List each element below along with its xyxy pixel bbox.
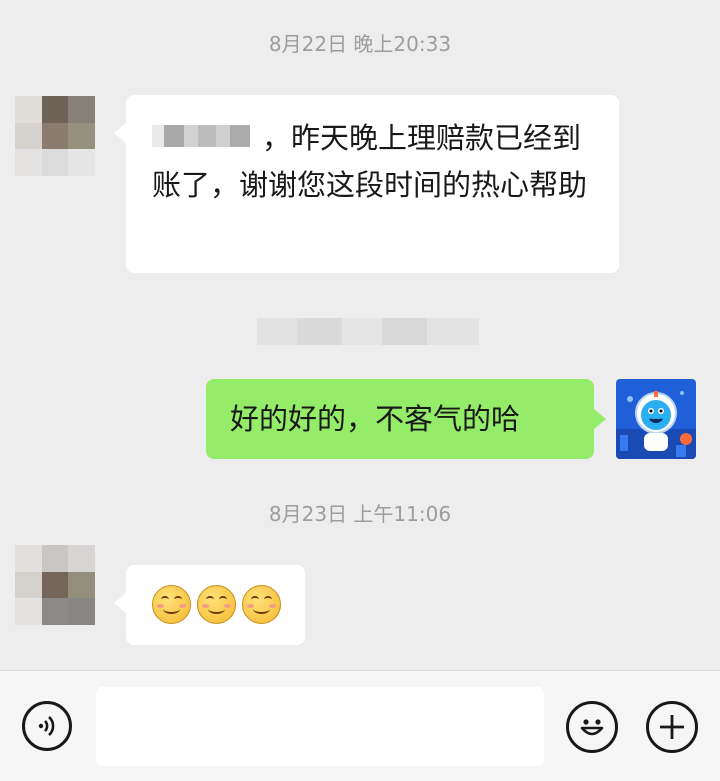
emoji-button[interactable] [566,701,618,753]
emoji-icon [580,719,604,736]
plus-icon [660,715,684,739]
smiling-blush-emoji [197,585,236,624]
emoji-row [152,585,287,624]
contact-avatar[interactable] [15,96,95,176]
input-bar [0,670,720,781]
incoming-message-bubble[interactable]: ，昨天晚上理赔款已经到账了，谢谢您这段时间的热心帮助 [114,95,619,273]
redacted-system-notice [257,318,479,345]
incoming-message-bubble[interactable] [114,565,305,645]
contact-avatar[interactable] [15,545,95,625]
message-text: ，昨天晚上理赔款已经到账了，谢谢您这段时间的热心帮助 [152,121,588,202]
smiling-blush-emoji [152,585,191,624]
message-input[interactable] [96,687,544,766]
more-button[interactable] [646,701,698,753]
timestamp: 8月22日 晚上20:33 [268,32,452,56]
outgoing-message-bubble[interactable]: 好的好的，不客气的哈 [206,379,606,459]
timestamp: 8月23日 上午11:06 [268,502,452,526]
voice-button[interactable] [22,701,72,751]
voice-icon [38,716,55,736]
user-avatar[interactable] [616,379,696,459]
message-text: 好的好的，不客气的哈 [230,402,521,436]
smiling-blush-emoji [242,585,281,624]
